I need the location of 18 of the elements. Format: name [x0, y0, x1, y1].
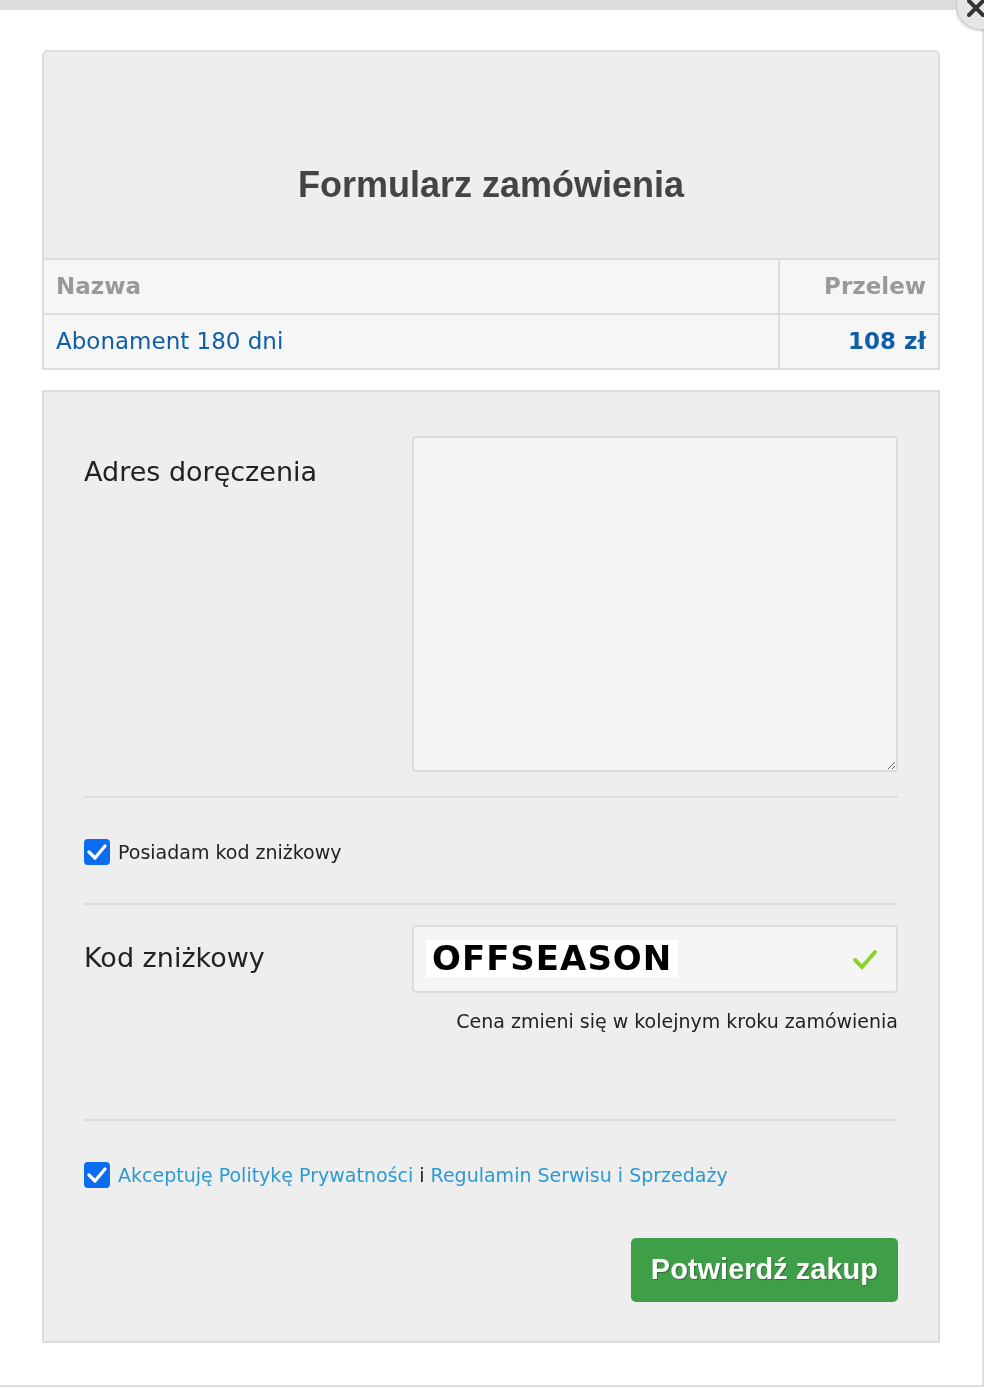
close-icon: [967, 0, 984, 17]
column-header: Przelew: [779, 259, 939, 314]
address-field[interactable]: [412, 436, 898, 772]
checkbox[interactable]: [84, 1162, 110, 1189]
checkbox-label: Posiadam kod zniżkowy: [118, 840, 342, 865]
form-title: Formularz zamówienia: [297, 163, 685, 207]
column-header: Nazwa: [43, 259, 779, 314]
checkbox[interactable]: [84, 839, 110, 866]
field-label: Kod zniżkowy: [84, 941, 266, 976]
submit-button[interactable]: Potwierdź zakup: [630, 1237, 898, 1302]
consent-text: Akceptuję Politykę Prywatności i Regulamin Serwisu i Sprzedaży: [118, 1163, 728, 1188]
table-cell: Abonament 180 dni: [43, 314, 779, 369]
hint-text: Cena zmieni się w kolejnym kroku zamówienia: [456, 1008, 898, 1034]
link[interactable]: Regulamin Serwisu i Sprzedaży: [430, 1164, 728, 1186]
field-label: Adres doręczenia: [84, 455, 319, 489]
discount-code-field[interactable]: OFFSEASON: [412, 924, 898, 993]
link[interactable]: Akceptuję Politykę Prywatności: [118, 1164, 414, 1186]
table-cell: 108 zł: [779, 314, 939, 369]
